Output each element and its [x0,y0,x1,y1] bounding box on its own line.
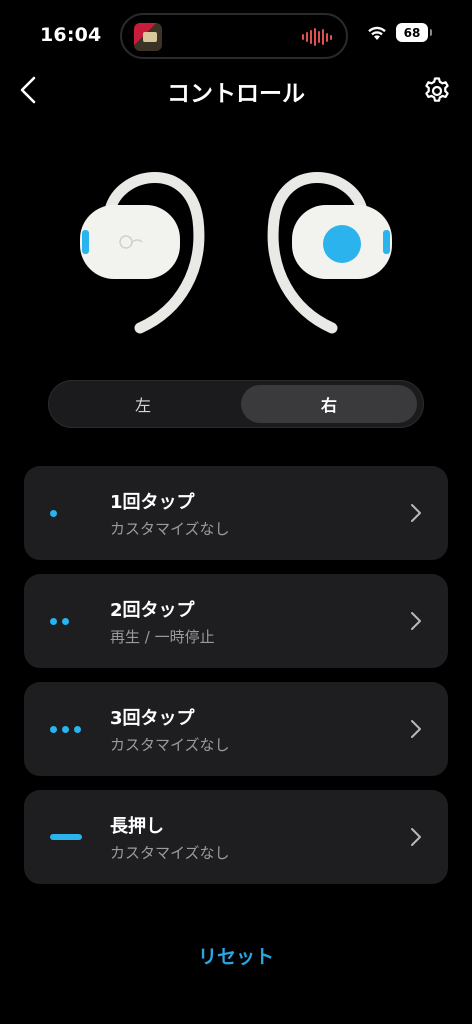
control-title: 3回タップ [110,708,195,729]
control-action: カスタマイズなし [110,844,230,862]
control-action: 再生 / 一時停止 [110,628,215,646]
controls-screen: 16:04 68 コントロール 左 右 1回タップ カスタマイズなし 2回タップ… [0,0,472,1024]
double-dot-icon [50,574,90,668]
control-row-triple-tap[interactable]: 3回タップ カスタマイズなし [24,682,448,776]
status-indicators: 68 [367,23,432,42]
gear-icon[interactable] [422,76,452,106]
earbuds-illustration [80,172,392,334]
album-art-icon [134,23,162,51]
chevron-right-icon [411,720,421,738]
control-action: カスタマイズなし [110,736,230,754]
battery-level: 68 [403,25,421,40]
chevron-right-icon [411,612,421,630]
left-earbud-icon[interactable] [80,172,205,334]
right-earbud-icon[interactable] [267,172,392,334]
tab-left[interactable]: 左 [55,385,231,423]
tab-right[interactable]: 右 [241,385,417,423]
chevron-right-icon [411,504,421,522]
wifi-icon [368,26,386,40]
page-title: コントロール [167,81,305,107]
control-row-single-tap[interactable]: 1回タップ カスタマイズなし [24,466,448,560]
reset-button[interactable]: リセット [0,942,472,969]
control-row-long-press[interactable]: 長押し カスタマイズなし [24,790,448,884]
audio-waveform-icon [302,28,332,46]
control-title: 1回タップ [110,492,195,513]
battery-icon: 68 [396,23,432,42]
chevron-right-icon [411,828,421,846]
triple-dot-icon [50,682,90,776]
status-time: 16:04 [40,24,102,46]
control-title: 2回タップ [110,600,195,621]
control-row-double-tap[interactable]: 2回タップ 再生 / 一時停止 [24,574,448,668]
single-dot-icon [50,466,90,560]
long-press-icon [50,790,90,884]
control-title: 長押し [110,816,164,837]
control-action: カスタマイズなし [110,520,230,538]
side-selector: 左 右 [48,380,424,428]
dynamic-island[interactable] [120,13,348,59]
